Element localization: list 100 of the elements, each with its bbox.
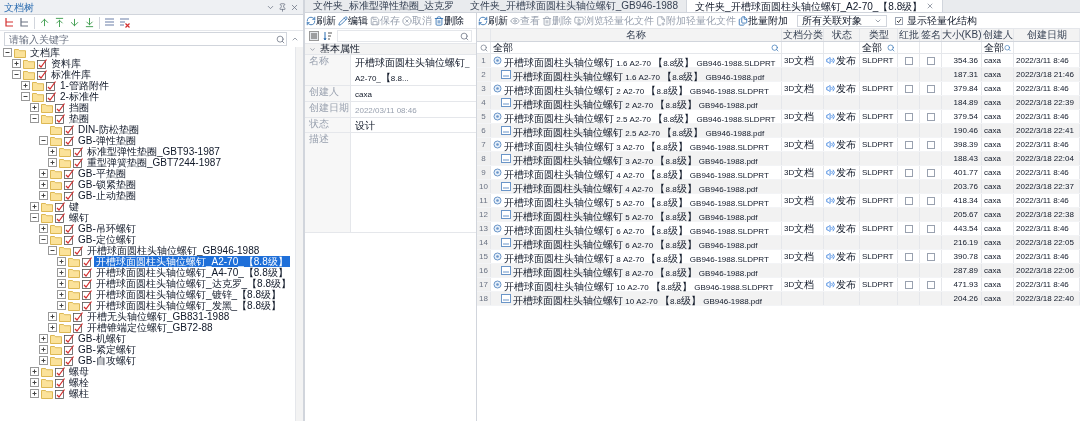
- expand-icon[interactable]: [48, 323, 57, 332]
- expand-icon[interactable]: [39, 334, 48, 343]
- file-name[interactable]: 开槽球面圆柱头轴位螺钉 3 A2-70 【8.8级】 GB946-1988.SLDPRT: [504, 138, 769, 151]
- expand-icon[interactable]: [30, 103, 39, 112]
- tree-item[interactable]: 键: [67, 201, 81, 212]
- column-filter[interactable]: 全部: [860, 42, 898, 53]
- tree-item[interactable]: GB-定位螺钉: [76, 234, 138, 245]
- file-name[interactable]: 开槽球面圆柱头轴位螺钉 2 A2-70 【8.8级】 GB946-1988.pdf: [513, 96, 758, 109]
- checkbox[interactable]: [926, 252, 935, 261]
- expand-icon[interactable]: [39, 345, 48, 354]
- tab[interactable]: 文件夹_开槽球面圆柱头轴位螺钉_A2-70_【8.8级】: [685, 0, 944, 12]
- expand-icon[interactable]: [57, 268, 66, 277]
- checkbox[interactable]: [904, 252, 913, 261]
- expand-icon[interactable]: [48, 147, 57, 156]
- checkbox[interactable]: [926, 168, 935, 177]
- toolbar-button[interactable]: 编辑: [337, 13, 369, 28]
- expand-icon[interactable]: [39, 169, 48, 178]
- tree-item[interactable]: GB-自攻螺钉: [76, 355, 138, 366]
- expand-icon[interactable]: [30, 367, 39, 376]
- checkbox[interactable]: [926, 112, 935, 121]
- list-remove-icon[interactable]: [119, 17, 130, 28]
- collapse-icon[interactable]: [12, 70, 21, 79]
- property-value[interactable]: 设计: [351, 118, 476, 132]
- move-bottom-icon[interactable]: [84, 17, 95, 28]
- checkbox[interactable]: [904, 140, 913, 149]
- expand-icon[interactable]: [57, 301, 66, 310]
- move-top-icon[interactable]: [54, 17, 65, 28]
- tree-item[interactable]: 开槽锥端定位螺钉_GB72-88: [85, 322, 215, 333]
- tree-item[interactable]: 垫圈: [67, 113, 91, 124]
- file-name[interactable]: 开槽球面圆柱头轴位螺钉 10 A2-70 【8.8级】 GB946-1988.pdf: [513, 292, 762, 305]
- search-field[interactable]: 请输入关键字: [4, 32, 287, 46]
- column-header[interactable]: 创建日期: [1014, 29, 1080, 41]
- tree-item[interactable]: 2-标准件: [58, 91, 101, 102]
- expand-icon[interactable]: [30, 378, 39, 387]
- tree-item[interactable]: 标准型弹性垫圈_GBT93-1987: [85, 146, 222, 157]
- tree-item[interactable]: GB-平垫圈: [76, 168, 128, 179]
- tree-item[interactable]: GB-锁紧垫圈: [76, 179, 138, 190]
- collapse-icon[interactable]: [48, 246, 57, 255]
- tree-icon[interactable]: [19, 17, 30, 28]
- tree-item[interactable]: 1-管路附件: [58, 80, 111, 91]
- tree-item[interactable]: GB-机螺钉: [76, 333, 128, 344]
- tab[interactable]: 文件夹_标准型弹性垫圈_达克罗: [305, 0, 463, 12]
- file-name[interactable]: 开槽球面圆柱头轴位螺钉 2.5 A2-70 【8.8级】 GB946-1988.pdf: [513, 124, 765, 137]
- file-name[interactable]: 开槽球面圆柱头轴位螺钉 5 A2-70 【8.8级】 GB946-1988.SLDPRT: [504, 194, 769, 207]
- file-name[interactable]: 开槽球面圆柱头轴位螺钉 8 A2-70 【8.8级】 GB946-1988.SLDPRT: [504, 250, 769, 263]
- column-header[interactable]: 创建人: [982, 29, 1014, 41]
- column-header[interactable]: 大小(KB): [942, 29, 982, 41]
- tree-item[interactable]: 螺柱: [67, 388, 91, 399]
- expand-icon[interactable]: [21, 81, 30, 90]
- toolbar-button[interactable]: 刷新: [305, 13, 337, 28]
- tree-item[interactable]: GB-弹性垫圈: [76, 135, 138, 146]
- tree-item[interactable]: 螺栓: [67, 377, 91, 388]
- expand-icon[interactable]: [57, 257, 66, 266]
- checkbox[interactable]: [926, 224, 935, 233]
- expand-icon[interactable]: [39, 356, 48, 365]
- checkbox[interactable]: [904, 56, 913, 65]
- toolbar-button[interactable]: 刷新: [477, 13, 509, 28]
- checkbox[interactable]: [926, 84, 935, 93]
- file-name[interactable]: 开槽球面圆柱头轴位螺钉 1.6 A2-70 【8.8级】 GB946-1988.SLDPRT: [504, 54, 776, 67]
- checkbox[interactable]: [904, 84, 913, 93]
- file-name[interactable]: 开槽球面圆柱头轴位螺钉 2.5 A2-70 【8.8级】 GB946-1988.SLDPRT: [504, 110, 776, 123]
- tree-item[interactable]: 开槽球面圆柱头轴位螺钉_发黑_【8.8级】: [94, 300, 284, 311]
- file-name[interactable]: 开槽球面圆柱头轴位螺钉 6 A2-70 【8.8级】 GB946-1988.pdf: [513, 236, 758, 249]
- column-header[interactable]: 文档分类: [782, 29, 824, 41]
- tree-item[interactable]: DIN-防松垫圈: [76, 124, 141, 135]
- tree-item[interactable]: GB-止动垫圈: [76, 190, 138, 201]
- expand-icon[interactable]: [12, 59, 21, 68]
- move-down-icon[interactable]: [69, 17, 80, 28]
- tree-item[interactable]: GB-吊环螺钉: [76, 223, 138, 234]
- tree-item[interactable]: GB-紧定螺钉: [76, 344, 138, 355]
- expand-icon[interactable]: [57, 279, 66, 288]
- expand-icon[interactable]: [39, 191, 48, 200]
- column-header[interactable]: 红批: [898, 29, 920, 41]
- column-filter[interactable]: 全部: [491, 42, 782, 53]
- expand-icon[interactable]: [30, 202, 39, 211]
- tree-item[interactable]: 开槽球面圆柱头轴位螺钉_GB946-1988: [85, 245, 262, 256]
- file-name[interactable]: 开槽球面圆柱头轴位螺钉 6 A2-70 【8.8级】 GB946-1988.SLDPRT: [504, 222, 769, 235]
- close-icon[interactable]: [290, 2, 299, 12]
- collapse-icon[interactable]: [30, 114, 39, 123]
- tree-item[interactable]: 资料库: [49, 58, 83, 69]
- filter-field[interactable]: [337, 30, 472, 42]
- file-name[interactable]: 开槽球面圆柱头轴位螺钉 4 A2-70 【8.8级】 GB946-1988.SLDPRT: [504, 166, 769, 179]
- file-name[interactable]: 开槽球面圆柱头轴位螺钉 5 A2-70 【8.8级】 GB946-1988.pdf: [513, 208, 758, 221]
- checkbox-label[interactable]: 显示轻量化结构: [907, 15, 977, 26]
- tree-item[interactable]: 挡圈: [67, 102, 91, 113]
- collapse-icon[interactable]: [21, 92, 30, 101]
- checkbox[interactable]: [895, 16, 903, 25]
- collapse-icon[interactable]: [39, 136, 48, 145]
- toolbar-button[interactable]: 批量附加: [737, 13, 789, 28]
- collapse-icon[interactable]: [39, 235, 48, 244]
- tree-item[interactable]: 开槽球面圆柱头轴位螺钉_达克罗_【8.8级】: [94, 278, 294, 289]
- column-header[interactable]: 签名: [920, 29, 942, 41]
- column-header[interactable]: 类型: [860, 29, 898, 41]
- property-group-header[interactable]: 基本属性: [305, 43, 476, 55]
- file-name[interactable]: 开槽球面圆柱头轴位螺钉 3 A2-70 【8.8级】 GB946-1988.pdf: [513, 152, 758, 165]
- sort-icon[interactable]: [323, 31, 333, 41]
- tree-item[interactable]: 螺母: [67, 366, 91, 377]
- tree-icon[interactable]: [4, 17, 15, 28]
- scrollbar[interactable]: [295, 47, 303, 421]
- checkbox[interactable]: [926, 140, 935, 149]
